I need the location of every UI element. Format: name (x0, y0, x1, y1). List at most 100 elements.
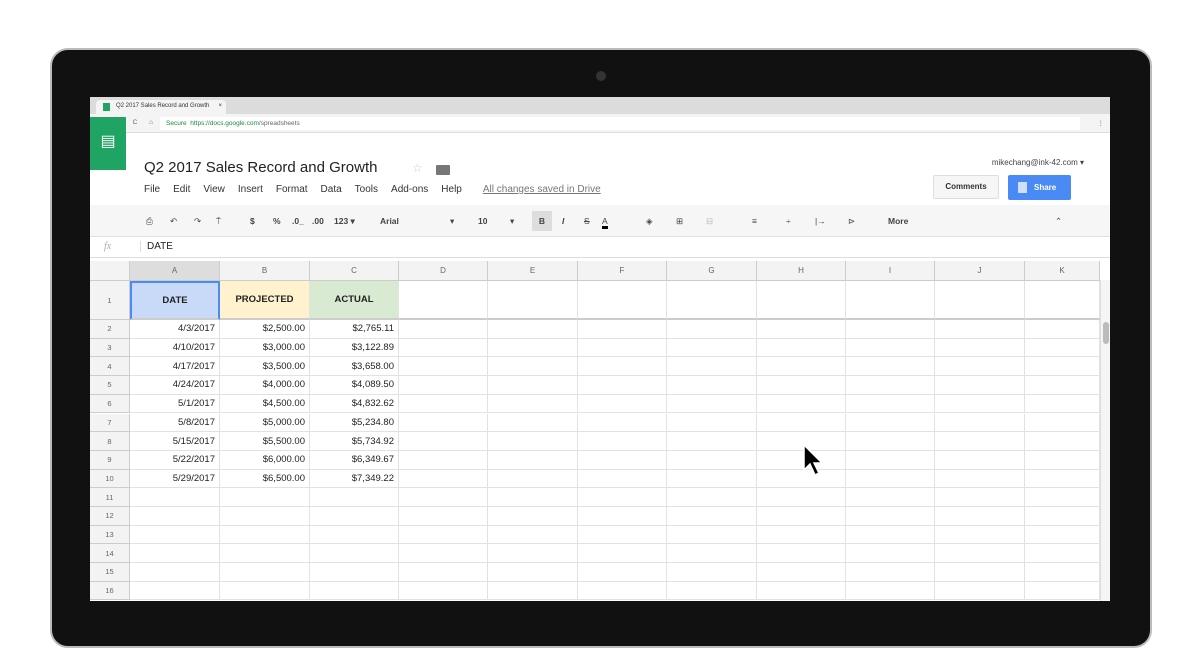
cell[interactable] (846, 581, 935, 601)
cell[interactable] (757, 338, 846, 358)
cell[interactable] (935, 320, 1025, 339)
cell[interactable] (757, 432, 846, 451)
header-cell[interactable]: PROJECTED (220, 281, 310, 320)
cell[interactable] (1025, 432, 1100, 451)
cell[interactable] (578, 563, 667, 582)
cell[interactable] (310, 544, 399, 564)
print-icon[interactable]: ⎙ (146, 216, 153, 227)
cell[interactable] (399, 563, 488, 582)
row-header[interactable]: 1 (90, 281, 130, 320)
cell[interactable] (757, 394, 846, 414)
row-header[interactable]: 8 (90, 432, 130, 451)
row-header[interactable]: 9 (90, 450, 130, 470)
cell[interactable] (846, 469, 935, 489)
cell[interactable] (1025, 281, 1100, 320)
cell[interactable]: $6,000.00 (220, 450, 310, 470)
borders-icon[interactable]: ⊞ (676, 216, 683, 227)
cell[interactable] (578, 320, 667, 339)
url-input[interactable]: Secure https://docs.google.com/spreadshe… (160, 117, 1080, 130)
cell[interactable] (1025, 581, 1100, 601)
doc-title[interactable]: Q2 2017 Sales Record and Growth (144, 159, 377, 176)
cell[interactable] (130, 581, 220, 601)
cell[interactable] (488, 320, 578, 339)
cell[interactable] (757, 376, 846, 395)
row-header[interactable]: 5 (90, 376, 130, 395)
menu-tools[interactable]: Tools (355, 184, 378, 195)
cell[interactable] (757, 563, 846, 582)
cell[interactable]: 4/3/2017 (130, 320, 220, 339)
cell[interactable] (935, 450, 1025, 470)
cell[interactable] (935, 488, 1025, 507)
cell[interactable] (667, 413, 757, 433)
cell[interactable] (578, 432, 667, 451)
cell[interactable] (310, 525, 399, 545)
italic-button[interactable]: I (562, 216, 564, 226)
cell[interactable] (757, 544, 846, 564)
cell[interactable] (757, 525, 846, 545)
decrease-decimal-button[interactable]: .0_ (292, 216, 304, 226)
cell[interactable] (1025, 525, 1100, 545)
column-header-D[interactable]: D (399, 261, 488, 281)
cell[interactable] (1025, 507, 1100, 526)
undo-icon[interactable]: ↶ (170, 216, 177, 227)
cell[interactable] (1025, 563, 1100, 582)
cell[interactable] (578, 544, 667, 564)
cell[interactable] (488, 432, 578, 451)
cell[interactable] (399, 376, 488, 395)
cell[interactable] (757, 469, 846, 489)
cell[interactable] (667, 357, 757, 377)
cell[interactable] (1025, 488, 1100, 507)
cell[interactable] (935, 525, 1025, 545)
cell[interactable] (578, 507, 667, 526)
row-header[interactable]: 4 (90, 357, 130, 377)
cell[interactable]: $3,500.00 (220, 357, 310, 377)
more-button[interactable]: More (888, 216, 908, 226)
cell[interactable] (935, 544, 1025, 564)
comments-button[interactable]: Comments (933, 175, 999, 199)
row-header[interactable]: 2 (90, 320, 130, 339)
cell[interactable] (220, 525, 310, 545)
cell[interactable] (488, 281, 578, 320)
cell[interactable] (846, 320, 935, 339)
cell[interactable] (310, 488, 399, 507)
cell[interactable] (488, 544, 578, 564)
cell[interactable] (667, 320, 757, 339)
cell[interactable] (310, 507, 399, 526)
row-header[interactable]: 10 (90, 469, 130, 489)
merge-cells-icon[interactable]: ⊟ (706, 216, 713, 227)
cell[interactable] (399, 281, 488, 320)
cell[interactable] (399, 450, 488, 470)
cell[interactable] (846, 450, 935, 470)
cell[interactable] (935, 507, 1025, 526)
column-header-K[interactable]: K (1025, 261, 1100, 281)
cell[interactable] (757, 507, 846, 526)
cell[interactable]: 5/22/2017 (130, 450, 220, 470)
close-tab-icon[interactable]: × (218, 103, 222, 109)
cell[interactable] (578, 281, 667, 320)
cell[interactable] (399, 507, 488, 526)
cell[interactable] (757, 281, 846, 320)
cell[interactable] (310, 581, 399, 601)
cell[interactable] (578, 581, 667, 601)
cell[interactable] (399, 413, 488, 433)
cell[interactable] (667, 525, 757, 545)
column-header-J[interactable]: J (935, 261, 1025, 281)
cell[interactable]: $6,349.67 (310, 450, 399, 470)
cell[interactable] (488, 581, 578, 601)
menu-format[interactable]: Format (276, 184, 308, 195)
cell[interactable] (667, 338, 757, 358)
cell[interactable]: 5/1/2017 (130, 394, 220, 414)
cell[interactable] (399, 544, 488, 564)
cell[interactable] (1025, 320, 1100, 339)
menu-addons[interactable]: Add-ons (391, 184, 428, 195)
percent-button[interactable]: % (273, 216, 281, 226)
cell[interactable] (935, 563, 1025, 582)
row-header[interactable]: 3 (90, 338, 130, 358)
cell[interactable] (130, 525, 220, 545)
cell[interactable]: $4,089.50 (310, 376, 399, 395)
cell[interactable] (130, 507, 220, 526)
cell[interactable] (667, 394, 757, 414)
cell[interactable] (578, 357, 667, 377)
cell[interactable] (846, 338, 935, 358)
cell[interactable] (488, 413, 578, 433)
